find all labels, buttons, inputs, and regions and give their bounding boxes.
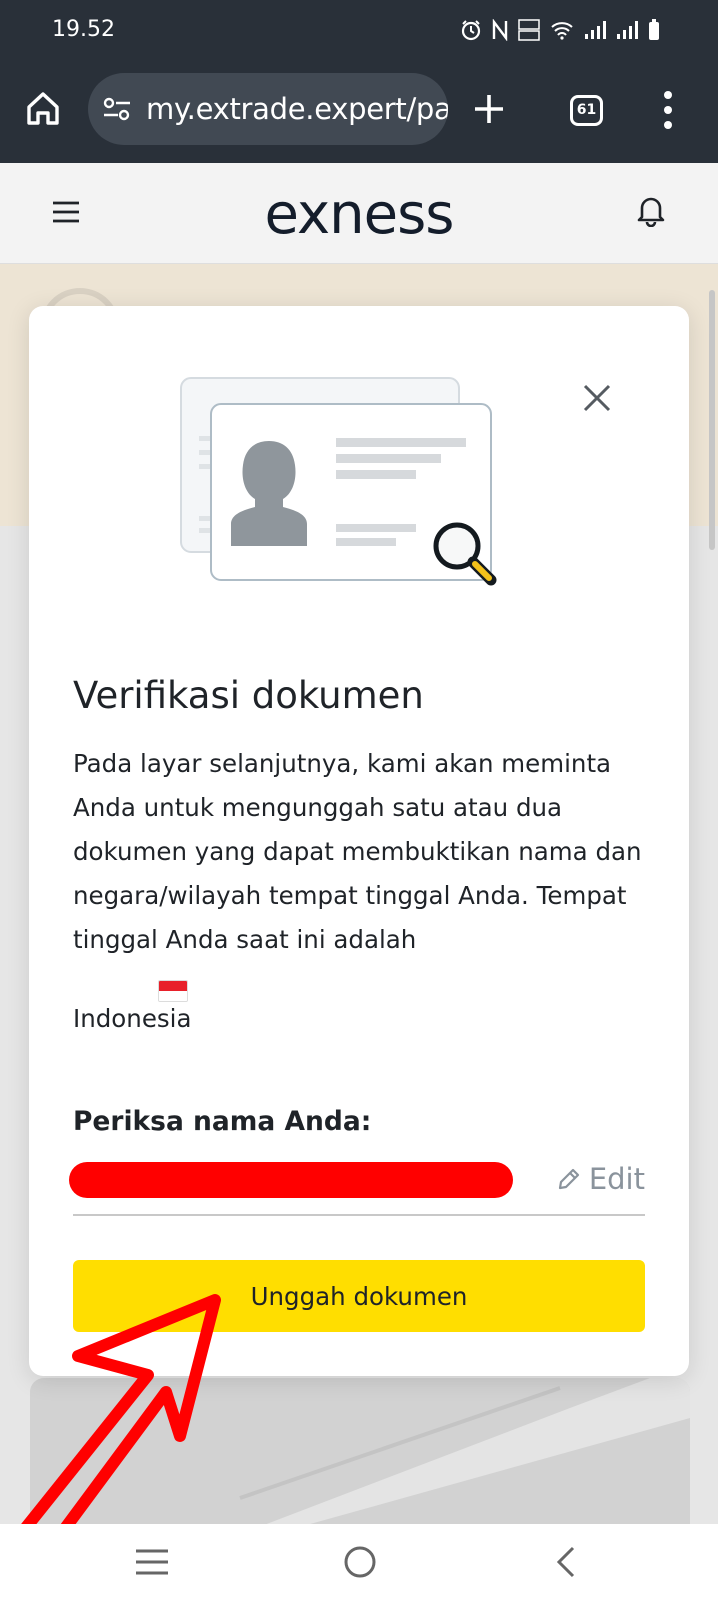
new-tab-icon[interactable] [472,92,506,126]
back-chevron-icon [556,1546,575,1578]
pencil-icon [558,1168,579,1190]
name-field: Edit [69,1156,645,1216]
modal-description: Pada layar selanjutnya, kami akan memint… [73,749,642,954]
id-card-illustration [180,377,497,586]
brand-logo[interactable]: exness [0,182,718,247]
check-name-label: Periksa nama Anda: [73,1106,372,1137]
home-nav-button[interactable] [330,1534,390,1590]
redacted-name [69,1162,513,1198]
country-name: Indonesia [73,1004,192,1033]
site-header: exness [0,163,718,264]
recent-apps-button[interactable] [122,1534,182,1590]
page-scrollbar[interactable] [709,290,715,550]
bell-icon[interactable] [636,193,666,227]
address-bar[interactable]: my.extrade.expert/pa [88,73,448,145]
modal-title: Verifikasi dokumen [73,674,424,717]
home-icon[interactable] [24,89,62,127]
recent-apps-icon [136,1549,168,1575]
status-icons [460,15,660,45]
alarm-icon [461,20,481,41]
edit-label[interactable]: Edit [589,1162,645,1196]
background-card-image [230,1378,690,1538]
browser-toolbar: my.extrade.expert/pa 61 [0,62,718,163]
wifi-icon [551,22,573,40]
upload-document-button[interactable]: Unggah dokumen [73,1260,645,1332]
verification-modal: Verifikasi dokumen Pada layar selanjutny… [29,306,689,1376]
battery-icon [649,19,659,40]
indonesia-flag-icon [158,980,188,1002]
volte-icon [518,19,540,41]
close-icon [583,384,611,412]
system-nav-bar [0,1524,718,1600]
background-card [30,1378,690,1538]
close-button[interactable] [575,376,619,420]
url-text[interactable]: my.extrade.expert/pa [146,92,448,126]
nfc-icon [492,19,508,41]
status-time: 19.52 [52,17,115,42]
back-nav-button[interactable] [536,1534,596,1590]
status-bar: 19.52 [0,0,718,62]
site-settings-icon[interactable] [102,95,132,123]
edit-name-link[interactable]: Edit [557,1162,645,1196]
signal-icon [585,21,606,39]
more-menu-icon[interactable] [662,90,674,130]
tab-switcher-button[interactable]: 61 [570,95,603,126]
signal-icon-2 [617,21,638,39]
home-circle-icon [344,1546,376,1578]
